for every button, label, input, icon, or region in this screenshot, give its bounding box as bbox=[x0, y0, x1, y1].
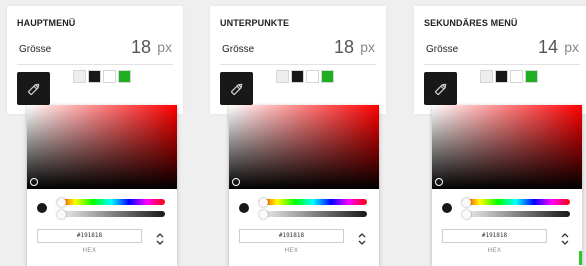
swatch-black[interactable] bbox=[88, 70, 101, 83]
up-down-chevron-icon[interactable] bbox=[155, 230, 165, 248]
color-picker-button[interactable] bbox=[424, 72, 457, 105]
panel-unterpunkte: UNTERPUNKTE Grösse 18 px bbox=[210, 6, 386, 114]
size-label: Grösse bbox=[19, 44, 52, 55]
swatch-white[interactable] bbox=[510, 70, 523, 83]
swatch-white[interactable] bbox=[103, 70, 116, 83]
hex-format-label: HEX bbox=[487, 248, 502, 254]
green-edge-accent bbox=[579, 251, 582, 265]
alpha-slider-handle[interactable] bbox=[57, 209, 66, 219]
size-unit: px bbox=[564, 39, 579, 55]
size-unit: px bbox=[157, 39, 172, 55]
panel-title: UNTERPUNKTE bbox=[220, 18, 290, 28]
size-label: Grösse bbox=[426, 44, 459, 55]
color-picker-popover: #191818 HEX bbox=[229, 105, 379, 266]
swatch-light-gray[interactable] bbox=[73, 70, 86, 83]
color-picker-button[interactable] bbox=[220, 72, 253, 105]
swatch-group bbox=[276, 70, 334, 83]
hex-input[interactable]: #191818 bbox=[239, 229, 344, 243]
swatch-light-gray[interactable] bbox=[276, 70, 289, 83]
panel-sekundaeres-menue: SEKUNDÄRES MENÜ Grösse 14 px bbox=[414, 6, 586, 114]
alpha-slider[interactable] bbox=[57, 211, 165, 217]
hue-slider[interactable] bbox=[57, 199, 165, 205]
size-unit: px bbox=[360, 39, 375, 55]
alpha-slider[interactable] bbox=[462, 211, 570, 217]
panel-hauptmenue: HAUPTMENÜ Grösse 18 px bbox=[7, 6, 183, 114]
up-down-chevron-icon[interactable] bbox=[357, 230, 367, 248]
saturation-value-area[interactable] bbox=[27, 105, 177, 189]
hue-slider-handle[interactable] bbox=[57, 197, 66, 207]
saturation-value-area[interactable] bbox=[432, 105, 582, 189]
swatch-green[interactable] bbox=[118, 70, 131, 83]
color-preview bbox=[37, 203, 47, 213]
color-picker-popover: #191818 HEX bbox=[27, 105, 177, 266]
size-input[interactable]: 18 bbox=[131, 37, 151, 58]
hex-format-label: HEX bbox=[284, 248, 299, 254]
hue-slider-handle[interactable] bbox=[259, 197, 268, 207]
swatch-green[interactable] bbox=[525, 70, 538, 83]
hue-slider[interactable] bbox=[462, 199, 570, 205]
alpha-slider-handle[interactable] bbox=[462, 209, 471, 219]
hex-input[interactable]: #191818 bbox=[442, 229, 547, 243]
saturation-value-handle[interactable] bbox=[232, 178, 240, 186]
swatch-group bbox=[73, 70, 131, 83]
size-label: Grösse bbox=[222, 44, 255, 55]
hex-input[interactable]: #191818 bbox=[37, 229, 142, 243]
saturation-value-area[interactable] bbox=[229, 105, 379, 189]
swatch-light-gray[interactable] bbox=[480, 70, 493, 83]
hex-format-label: HEX bbox=[82, 248, 97, 254]
color-picker-button[interactable] bbox=[17, 72, 50, 105]
alpha-slider[interactable] bbox=[259, 211, 367, 217]
swatch-group bbox=[480, 70, 538, 83]
swatch-white[interactable] bbox=[306, 70, 319, 83]
up-down-chevron-icon[interactable] bbox=[560, 230, 570, 248]
pencil-icon bbox=[230, 83, 242, 95]
size-input[interactable]: 14 bbox=[538, 37, 558, 58]
swatch-black[interactable] bbox=[495, 70, 508, 83]
pencil-icon bbox=[434, 83, 446, 95]
panel-title: SEKUNDÄRES MENÜ bbox=[424, 18, 518, 28]
color-preview bbox=[442, 203, 452, 213]
swatch-black[interactable] bbox=[291, 70, 304, 83]
size-row: Grösse 18 px bbox=[17, 34, 173, 65]
saturation-value-handle[interactable] bbox=[435, 178, 443, 186]
saturation-value-handle[interactable] bbox=[30, 178, 38, 186]
swatch-green[interactable] bbox=[321, 70, 334, 83]
hue-slider-handle[interactable] bbox=[462, 197, 471, 207]
hue-slider[interactable] bbox=[259, 199, 367, 205]
color-picker-popover: #191818 HEX bbox=[432, 105, 582, 266]
size-row: Grösse 18 px bbox=[220, 34, 376, 65]
size-input[interactable]: 18 bbox=[334, 37, 354, 58]
color-preview bbox=[239, 203, 249, 213]
size-row: Grösse 14 px bbox=[424, 34, 580, 65]
pencil-icon bbox=[27, 83, 39, 95]
alpha-slider-handle[interactable] bbox=[259, 209, 268, 219]
panel-title: HAUPTMENÜ bbox=[17, 18, 76, 28]
